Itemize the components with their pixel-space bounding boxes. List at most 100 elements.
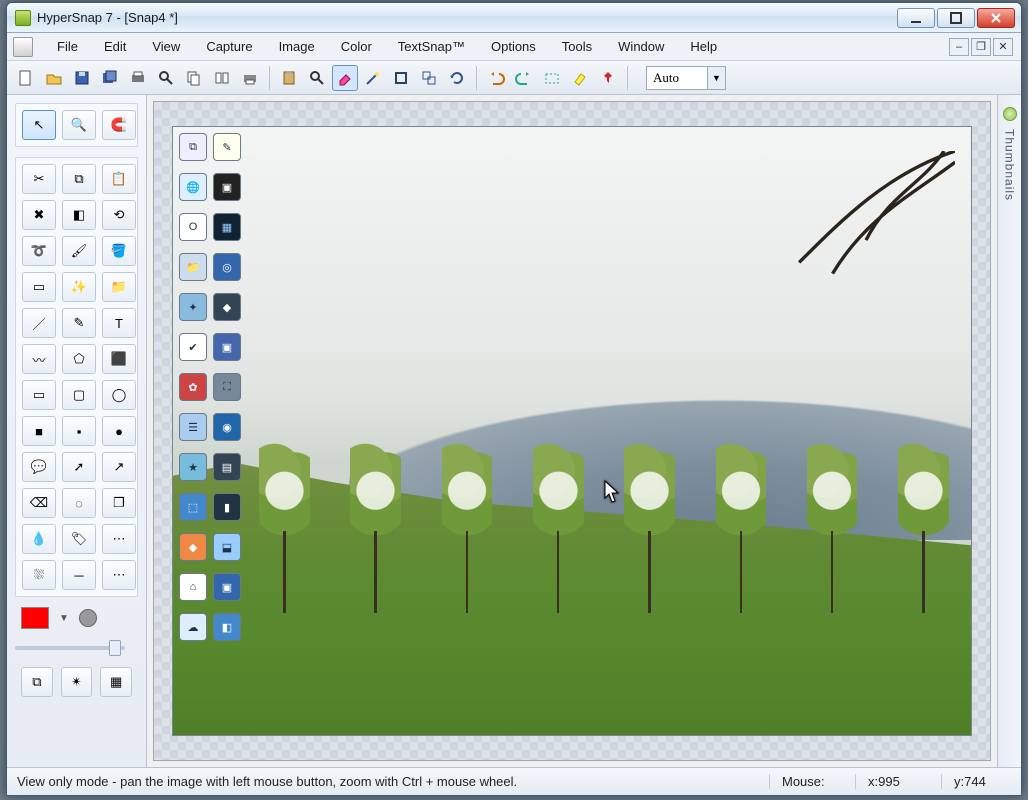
menu-view[interactable]: View <box>140 37 192 56</box>
tb-resize[interactable] <box>416 65 442 91</box>
menu-options[interactable]: Options <box>479 37 548 56</box>
zoom-dropdown[interactable]: ▼ <box>707 67 725 89</box>
tool-brush[interactable]: 🖌 <box>62 236 96 266</box>
ellipse-icon: ◯ <box>112 387 127 403</box>
tb-new[interactable] <box>13 65 39 91</box>
tool-paste[interactable]: 📋 <box>102 164 136 194</box>
tool-wand[interactable]: ✨ <box>62 272 96 302</box>
mdi-close[interactable]: ✕ <box>993 38 1013 56</box>
new-icon <box>17 69 35 87</box>
tb-book[interactable] <box>209 65 235 91</box>
tool-polyline[interactable]: 〰 <box>22 344 56 374</box>
tb-wand[interactable] <box>360 65 386 91</box>
close-button[interactable] <box>977 8 1015 28</box>
tool-ellipse[interactable]: ◯ <box>102 380 136 410</box>
tool-arrow2[interactable]: ↗ <box>102 452 136 482</box>
tool-fillellipse[interactable]: ● <box>102 416 136 446</box>
foreground-color[interactable] <box>21 607 49 629</box>
tool-fill[interactable]: 🪣 <box>102 236 136 266</box>
tb-save[interactable] <box>69 65 95 91</box>
menu-textsnap[interactable]: TextSnap™ <box>386 37 477 56</box>
tool-line[interactable]: ／ <box>22 308 56 338</box>
tb-print[interactable] <box>125 65 151 91</box>
tool-spray[interactable]: ⛆ <box>22 560 56 590</box>
tool-more[interactable]: ⋯ <box>102 524 136 554</box>
tool-folder[interactable]: 📁 <box>102 272 136 302</box>
tool-highlight[interactable]: ❐ <box>102 488 136 518</box>
tb-saveall[interactable] <box>97 65 123 91</box>
secondary-color[interactable] <box>79 609 97 627</box>
tool-flip[interactable]: ⟲ <box>102 200 136 230</box>
thumbnails-panel[interactable]: Thumbnails <box>997 95 1021 767</box>
tool-dots[interactable]: ⋯ <box>102 560 136 590</box>
print-icon <box>129 69 147 87</box>
menu-tools[interactable]: Tools <box>550 37 604 56</box>
mdi-minimize[interactable]: ‒ <box>949 38 969 56</box>
tool-rect[interactable]: ▭ <box>22 380 56 410</box>
title-bar[interactable]: HyperSnap 7 - [Snap4 *] <box>7 3 1021 33</box>
tb-find[interactable] <box>304 65 330 91</box>
zoom-input[interactable] <box>647 67 707 89</box>
menu-window[interactable]: Window <box>606 37 676 56</box>
tb-highlight[interactable] <box>567 65 593 91</box>
zoom-combo[interactable]: ▼ <box>646 66 726 90</box>
tool-fillround[interactable]: ▪ <box>62 416 96 446</box>
tool-fillrect[interactable]: ■ <box>22 416 56 446</box>
image-canvas[interactable]: ⧉✎ 🌐▣ O▦ 📁◎ ✦◆ ✔▣ ✿⛶ ☰◉ ★▤ ⬚▮ ◆⬓ ⌂▣ ☁◧ <box>172 126 972 736</box>
tb-region[interactable] <box>539 65 565 91</box>
tool-cut[interactable]: ✂ <box>22 164 56 194</box>
tool-lasso[interactable]: ➰ <box>22 236 56 266</box>
tool-blur[interactable]: ◌ <box>62 488 96 518</box>
tool-grid: ✂⧉📋✖◧⟲➰🖌🪣▭✨📁／✎T〰⬠⬛▭▢◯■▪●💬➚↗⌫◌❐💧🏷⋯⛆─⋯ <box>15 157 138 597</box>
tb-crop[interactable] <box>388 65 414 91</box>
tool-shape[interactable]: ⬛ <box>102 344 136 374</box>
tb-copy[interactable] <box>181 65 207 91</box>
tool-dash[interactable]: ─ <box>62 560 96 590</box>
tb-undo[interactable] <box>483 65 509 91</box>
menu-image[interactable]: Image <box>267 37 327 56</box>
tb-eraser[interactable] <box>332 65 358 91</box>
tool-pencil[interactable]: ✎ <box>62 308 96 338</box>
menu-capture[interactable]: Capture <box>194 37 264 56</box>
tool-text[interactable]: T <box>102 308 136 338</box>
tb-open[interactable] <box>41 65 67 91</box>
menu-file[interactable]: File <box>45 37 90 56</box>
tool-dropper[interactable]: 💧 <box>22 524 56 554</box>
tb-clipboard[interactable] <box>276 65 302 91</box>
tool-polygon[interactable]: ⬠ <box>62 344 96 374</box>
tool-callout[interactable]: 💬 <box>22 452 56 482</box>
tb-printer2[interactable] <box>237 65 263 91</box>
maximize-button[interactable] <box>937 8 975 28</box>
toolbar-separator <box>269 66 270 90</box>
tool-roundrect[interactable]: ▢ <box>62 380 96 410</box>
opacity-slider[interactable] <box>15 639 125 657</box>
tool-layer[interactable]: ⧉ <box>21 667 53 697</box>
tb-redo[interactable] <box>511 65 537 91</box>
tool-crop[interactable]: ◧ <box>62 200 96 230</box>
tb-pin[interactable] <box>595 65 621 91</box>
menu-color[interactable]: Color <box>329 37 384 56</box>
menu-edit[interactable]: Edit <box>92 37 138 56</box>
tool-pointer[interactable]: ↖ <box>22 110 56 140</box>
tool-magnet[interactable]: 🧲 <box>102 110 136 140</box>
tool-copy[interactable]: ⧉ <box>62 164 96 194</box>
tool-stamp[interactable]: 🏷 <box>62 524 96 554</box>
tool-delete[interactable]: ✖ <box>22 200 56 230</box>
tool-eraser[interactable]: ⌫ <box>22 488 56 518</box>
tool-zoom[interactable]: 🔍 <box>62 110 96 140</box>
copy-icon <box>185 69 203 87</box>
minimize-button[interactable] <box>897 8 935 28</box>
mdi-restore[interactable]: ❐ <box>971 38 991 56</box>
app-icon <box>15 10 31 26</box>
tool-fx[interactable]: ✴ <box>61 667 93 697</box>
resize-icon <box>420 69 438 87</box>
canvas-area[interactable]: ⧉✎ 🌐▣ O▦ 📁◎ ✦◆ ✔▣ ✿⛶ ☰◉ ★▤ ⬚▮ ◆⬓ ⌂▣ ☁◧ <box>153 101 991 761</box>
menu-help[interactable]: Help <box>678 37 729 56</box>
tb-zoom[interactable] <box>153 65 179 91</box>
slider-thumb[interactable] <box>109 640 121 656</box>
tb-rotate[interactable] <box>444 65 470 91</box>
tool-grid[interactable]: ▦ <box>100 667 132 697</box>
tool-arrow[interactable]: ➚ <box>62 452 96 482</box>
tool-select[interactable]: ▭ <box>22 272 56 302</box>
chevron-down-icon[interactable]: ▼ <box>59 613 69 624</box>
